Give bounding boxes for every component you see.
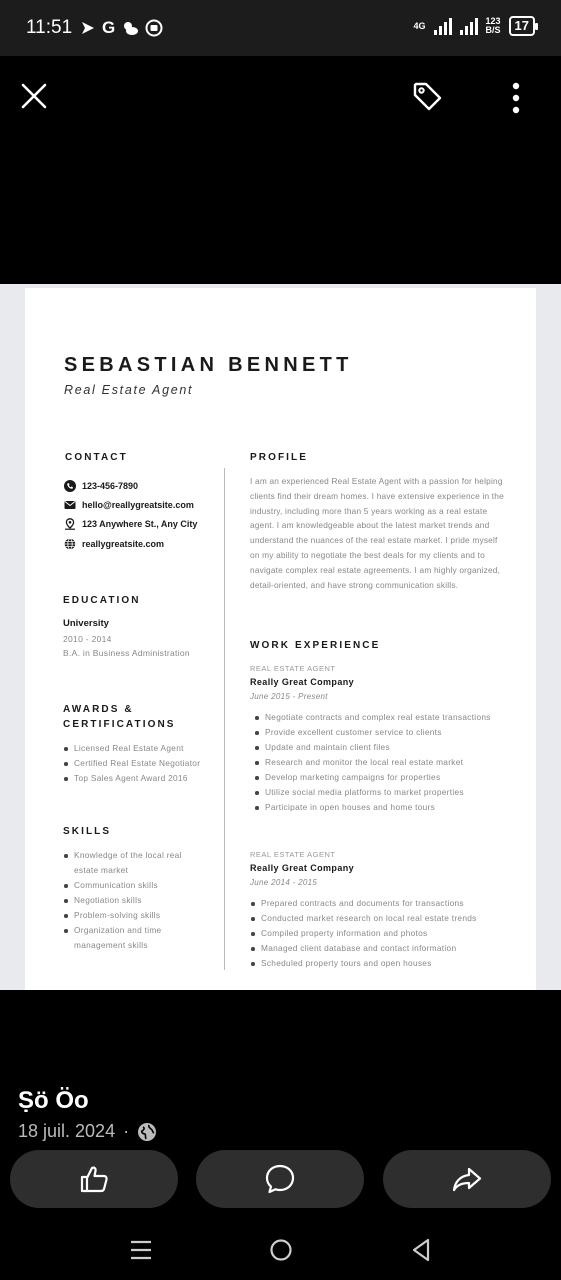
more-vertical-icon	[512, 82, 520, 114]
status-time: 11:51	[26, 17, 73, 38]
list-item: Problem-solving skills	[64, 908, 204, 923]
contact-heading: CONTACT	[65, 452, 128, 463]
list-item: Licensed Real Estate Agent	[64, 741, 224, 756]
google-icon: G	[102, 18, 116, 37]
network-speed: 123 B/S	[485, 16, 501, 35]
public-audience-icon	[138, 1122, 157, 1141]
list-item: Research and monitor the local real esta…	[255, 755, 495, 770]
tag-button[interactable]	[409, 78, 445, 114]
home-button[interactable]	[267, 1236, 295, 1264]
navigation-icon	[82, 22, 94, 34]
list-item: Knowledge of the local real estate marke…	[64, 848, 204, 878]
recent-apps-button[interactable]	[127, 1236, 155, 1264]
list-item: Communication skills	[64, 878, 204, 893]
post-photo[interactable]: SEBASTIAN BENNETT Real Estate Agent CONT…	[0, 284, 561, 990]
signal-strength-icon	[433, 17, 452, 35]
back-button[interactable]	[407, 1236, 435, 1264]
post-date: 18 juil. 2024	[18, 1121, 116, 1141]
signal-strength-icon-2	[459, 17, 478, 35]
share-button[interactable]	[383, 1150, 551, 1208]
job-2-dates: June 2014 - 2015	[250, 878, 318, 887]
back-icon	[412, 1238, 430, 1262]
list-item: Develop marketing campaigns for properti…	[255, 770, 495, 785]
viewer-top-bar	[0, 56, 561, 136]
list-item: Negotiate contracts and complex real est…	[255, 710, 495, 725]
column-divider	[224, 468, 225, 970]
recent-apps-icon	[131, 1240, 151, 1260]
system-navigation-bar	[0, 1218, 561, 1280]
list-item: Utilize social media platforms to market…	[255, 785, 495, 800]
close-button[interactable]	[18, 80, 50, 112]
list-item: Organization and time management skills	[64, 923, 204, 953]
list-item: Participate in open houses and home tour…	[255, 800, 495, 815]
contact-phone: 123-456-7890	[64, 480, 138, 492]
job-2-company: Really Great Company	[250, 863, 355, 873]
profile-text: I am an experienced Real Estate Agent wi…	[250, 476, 504, 590]
job-1-title: REAL ESTATE AGENT	[250, 664, 336, 673]
network-type: 4G	[413, 20, 426, 31]
like-button[interactable]	[10, 1150, 178, 1208]
weather-icon	[124, 22, 139, 35]
close-icon	[21, 83, 47, 109]
status-bar: 11:51 G 4G 123 B/S 17	[0, 0, 561, 56]
date-separator: ·	[123, 1121, 130, 1141]
job-1-duties: Negotiate contracts and complex real est…	[255, 710, 495, 815]
job-1-dates: June 2015 - Present	[250, 692, 328, 701]
contact-email: hello@reallygreatsite.com	[64, 499, 194, 511]
post-author-name[interactable]: Ṣö Öo	[18, 1087, 89, 1115]
list-item: Top Sales Agent Award 2016	[64, 771, 224, 786]
comment-button[interactable]	[196, 1150, 364, 1208]
resume-name: SEBASTIAN BENNETT	[64, 354, 353, 376]
list-item: Negotiation skills	[64, 893, 204, 908]
work-experience-heading: WORK EXPERIENCE	[250, 640, 381, 651]
job-2-duties: Prepared contracts and documents for tra…	[251, 896, 521, 971]
contact-website: reallygreatsite.com	[64, 538, 164, 550]
battery-indicator: 17	[508, 16, 539, 36]
phone-icon	[64, 480, 76, 492]
record-icon	[145, 19, 163, 37]
status-notification-icons: G	[80, 18, 163, 38]
education-school: University	[63, 618, 109, 629]
list-item: Managed client database and contact info…	[251, 941, 521, 956]
tag-icon	[413, 82, 442, 111]
awards-list: Licensed Real Estate Agent Certified Rea…	[64, 741, 224, 786]
home-icon	[270, 1239, 292, 1261]
list-item: Certified Real Estate Negotiator	[64, 756, 224, 771]
more-options-button[interactable]	[500, 80, 532, 116]
job-2-title: REAL ESTATE AGENT	[250, 850, 336, 859]
list-item: Prepared contracts and documents for tra…	[251, 896, 521, 911]
location-pin-icon	[65, 518, 75, 530]
skills-list: Knowledge of the local real estate marke…	[64, 848, 204, 953]
skills-heading: SKILLS	[63, 826, 112, 837]
awards-heading: AWARDS & CERTIFICATIONS	[63, 704, 176, 730]
contact-address: 123 Anywhere St., Any City	[64, 518, 197, 530]
resume-document: SEBASTIAN BENNETT Real Estate Agent CONT…	[25, 288, 536, 990]
post-date-row: 18 juil. 2024 ·	[18, 1121, 157, 1142]
list-item: Compiled property information and photos	[251, 926, 521, 941]
education-years: 2010 - 2014	[63, 634, 112, 644]
education-degree: B.A. in Business Administration	[63, 648, 190, 658]
globe-icon	[64, 538, 76, 550]
resume-role: Real Estate Agent	[64, 383, 194, 397]
status-system-icons: 4G 123 B/S 17	[413, 16, 539, 36]
education-heading: EDUCATION	[63, 595, 141, 606]
list-item: Provide excellent customer service to cl…	[255, 725, 495, 740]
list-item: Update and maintain client files	[255, 740, 495, 755]
share-icon	[452, 1167, 482, 1192]
job-1-company: Really Great Company	[250, 677, 355, 687]
list-item: Scheduled property tours and open houses	[251, 956, 521, 971]
like-icon	[80, 1166, 108, 1193]
list-item: Conducted market research on local real …	[251, 911, 521, 926]
profile-heading: PROFILE	[250, 452, 309, 463]
comment-icon	[265, 1164, 295, 1194]
email-icon	[64, 501, 76, 509]
